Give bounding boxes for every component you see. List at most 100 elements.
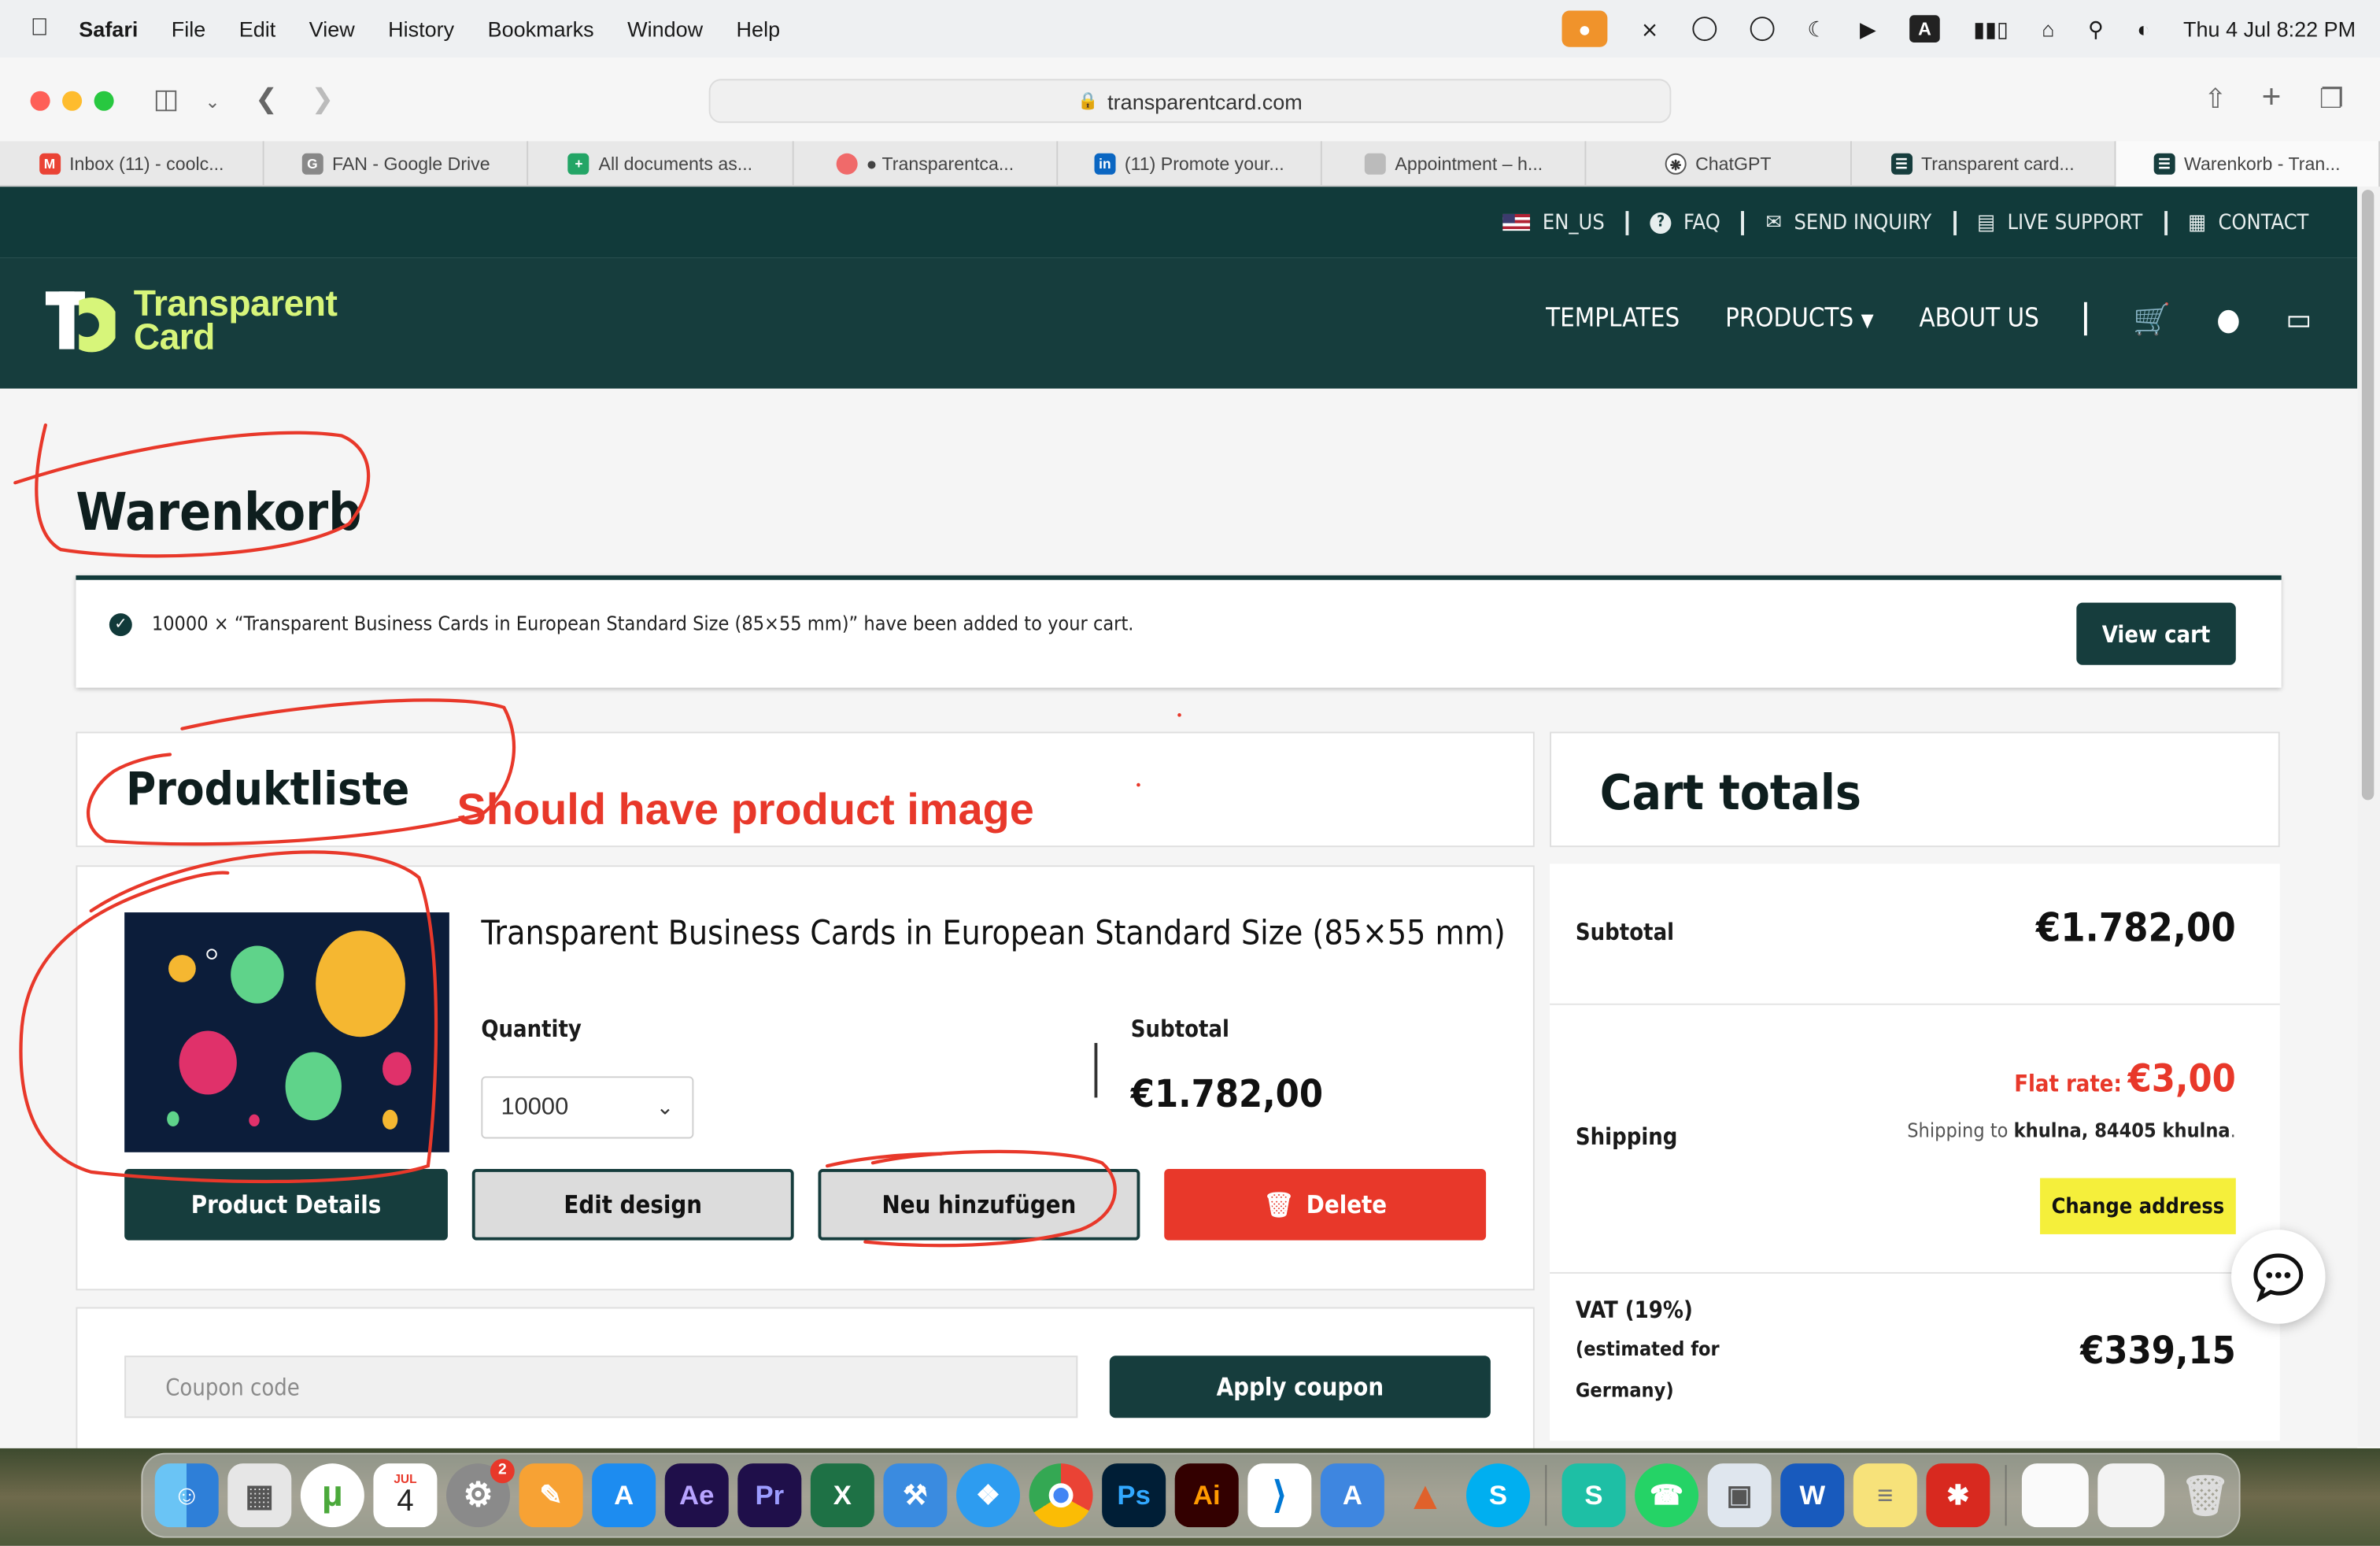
close-window-button[interactable]: [30, 91, 50, 111]
tab-chatgpt[interactable]: ❋ ChatGPT: [1587, 141, 1851, 187]
page-icon: [1364, 153, 1386, 175]
whatsapp-icon[interactable]: ☎: [1635, 1463, 1699, 1528]
nav-products[interactable]: PRODUCTS ▼: [1725, 304, 1874, 335]
chevron-down-icon[interactable]: ⌄: [205, 91, 220, 113]
language-selector[interactable]: EN_US: [1502, 210, 1605, 235]
scrollbar-thumb[interactable]: [2361, 190, 2374, 801]
preview-icon[interactable]: ▣: [1707, 1463, 1772, 1528]
lock-icon: 🔒: [1077, 92, 1099, 111]
battery-icon[interactable]: ▮▮▯: [1973, 16, 2009, 42]
input-source-icon[interactable]: A: [1909, 15, 1940, 43]
faq-link[interactable]: ? FAQ: [1650, 210, 1720, 235]
user-icon[interactable]: ●: [2216, 301, 2240, 337]
trash-icon[interactable]: 🗑: [2174, 1463, 2238, 1527]
menu-file[interactable]: File: [172, 17, 206, 41]
contact-link[interactable]: ▦ CONTACT: [2188, 210, 2308, 235]
moon-icon[interactable]: ☾: [1807, 16, 1826, 42]
coupon-input[interactable]: Coupon code: [124, 1356, 1078, 1418]
product-details-button[interactable]: Product Details: [124, 1169, 448, 1241]
recent-document-thumbnail[interactable]: [2021, 1463, 2089, 1528]
live-support-link[interactable]: ▤ LIVE SUPPORT: [1977, 210, 2142, 235]
safari-icon[interactable]: ❖: [956, 1463, 1021, 1528]
menu-bookmarks[interactable]: Bookmarks: [488, 17, 594, 41]
address-bar[interactable]: 🔒 transparentcard.com: [708, 79, 1672, 124]
forward-icon[interactable]: ❯: [311, 83, 334, 116]
apply-coupon-button[interactable]: Apply coupon: [1109, 1356, 1491, 1418]
tab-overview-icon[interactable]: ❐: [2319, 83, 2344, 116]
finder-icon[interactable]: ☺: [154, 1463, 219, 1528]
menu-help[interactable]: Help: [737, 17, 781, 41]
chrome-icon[interactable]: [1029, 1463, 1093, 1528]
acrobat-icon[interactable]: ✱: [1926, 1463, 1990, 1528]
nav-about[interactable]: ABOUT US: [1919, 304, 2038, 335]
utorrent-icon[interactable]: µ: [300, 1463, 364, 1528]
menu-edit[interactable]: Edit: [239, 17, 276, 41]
menu-app-name[interactable]: Safari: [79, 17, 138, 41]
chat-widget-button[interactable]: [2231, 1230, 2326, 1324]
tab-google-drive[interactable]: G FAN - Google Drive: [264, 141, 529, 187]
edit-design-button[interactable]: Edit design: [471, 1169, 794, 1241]
apple-menu-icon[interactable]: : [31, 15, 49, 43]
site-logo[interactable]: Transparent Card: [45, 287, 338, 356]
tab-sheets[interactable]: + All documents as...: [529, 141, 793, 187]
add-new-button[interactable]: Neu hinzufügen: [818, 1169, 1140, 1241]
menu-history[interactable]: History: [388, 17, 454, 41]
product-title[interactable]: Transparent Business Cards in European S…: [481, 915, 1505, 953]
calendar-icon[interactable]: JUL 4: [373, 1463, 438, 1528]
tab-appointment[interactable]: Appointment – h...: [1322, 141, 1587, 187]
nav-templates[interactable]: TEMPLATES: [1546, 304, 1680, 335]
tab-gmail[interactable]: M Inbox (11) - coolc...: [0, 141, 264, 187]
wordpress-icon[interactable]: [1750, 17, 1774, 42]
tab-linkedin[interactable]: in (11) Promote your...: [1058, 141, 1322, 187]
minimize-window-button[interactable]: [62, 91, 83, 111]
view-cart-button[interactable]: View cart: [2076, 602, 2236, 665]
photoshop-icon[interactable]: Ps: [1102, 1463, 1166, 1528]
launchpad-icon[interactable]: ▦: [227, 1463, 292, 1528]
delete-button[interactable]: 🗑 Delete: [1164, 1169, 1487, 1241]
notes-icon[interactable]: ≡: [1853, 1463, 1917, 1528]
skype-icon[interactable]: S: [1466, 1463, 1531, 1528]
tab-warenkorb[interactable]: ☰ Warenkorb - Tran...: [2115, 141, 2380, 187]
premiere-icon[interactable]: Pr: [737, 1463, 802, 1528]
send-inquiry-link[interactable]: ✉ SEND INQUIRY: [1766, 210, 1932, 235]
vscode-icon[interactable]: ⟩: [1247, 1463, 1312, 1528]
app-store-icon[interactable]: A: [592, 1463, 656, 1528]
product-image[interactable]: [124, 912, 449, 1152]
control-center-icon[interactable]: ◐: [2137, 17, 2149, 41]
basket-icon[interactable]: ▭: [2286, 301, 2312, 337]
wifi-icon[interactable]: ⌂: [2042, 17, 2054, 41]
microphone-icon[interactable]: ●: [1561, 10, 1608, 47]
tab-asana[interactable]: ● Transparentca...: [793, 141, 1058, 187]
xcode-icon[interactable]: ⚒: [883, 1463, 948, 1528]
change-address-button[interactable]: Change address: [2040, 1178, 2236, 1234]
word-icon[interactable]: W: [1780, 1463, 1845, 1528]
site-topbar: EN_US ? FAQ ✉ SEND INQUIRY ▤ LIVE SUPPORT ▦…: [0, 187, 2358, 258]
menu-view[interactable]: View: [309, 17, 355, 41]
search-icon[interactable]: ⚲: [2088, 16, 2104, 42]
system-settings-icon[interactable]: ⚙ 2: [446, 1459, 515, 1528]
share-icon[interactable]: ⇧: [2204, 83, 2227, 116]
simulator-icon[interactable]: A: [1320, 1463, 1384, 1528]
excel-icon[interactable]: X: [810, 1463, 874, 1528]
zoom-window-button[interactable]: [94, 91, 114, 111]
play-icon[interactable]: ▶: [1860, 16, 1876, 42]
screen-record-icon[interactable]: [1691, 17, 1717, 42]
new-tab-icon[interactable]: +: [2262, 77, 2282, 117]
surfshark-icon[interactable]: S: [1561, 1463, 1626, 1528]
menubar-clock[interactable]: Thu 4 Jul 8:22 PM: [2183, 17, 2356, 41]
totals-subtotal-row: Subtotal €1.782,00: [1550, 864, 2280, 1005]
illustrator-icon[interactable]: Ai: [1174, 1463, 1239, 1528]
recent-window-thumbnail[interactable]: [2097, 1463, 2165, 1528]
after-effects-icon[interactable]: Ae: [664, 1463, 729, 1528]
pages-icon[interactable]: ✎: [519, 1463, 583, 1528]
accessibility-off-icon[interactable]: ⨯: [1641, 16, 1659, 42]
page-scrollbar[interactable]: [2357, 187, 2380, 1447]
menu-window[interactable]: Window: [627, 17, 703, 41]
quantity-select[interactable]: 10000 ⌄: [481, 1076, 694, 1139]
notice-message: 10000 × “Transparent Business Cards in E…: [151, 613, 1134, 637]
back-icon[interactable]: ❮: [255, 83, 278, 116]
matlab-icon[interactable]: ▲: [1393, 1463, 1457, 1527]
cart-icon[interactable]: 🛒: [2133, 301, 2171, 337]
tab-transparent-card[interactable]: ☰ Transparent card...: [1851, 141, 2116, 187]
sidebar-toggle-icon[interactable]: ◫: [153, 83, 179, 116]
